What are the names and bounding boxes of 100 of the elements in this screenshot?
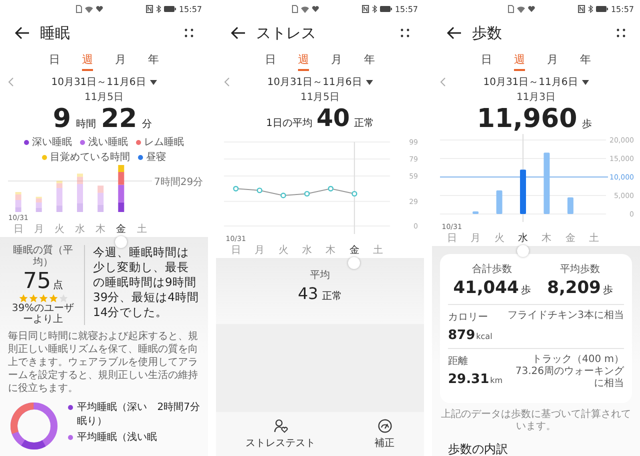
day-label[interactable]: 月 (254, 244, 265, 257)
chart-bar (544, 152, 550, 214)
day-label[interactable]: 土 (136, 223, 147, 236)
day-label[interactable]: 水 (302, 244, 312, 257)
day-label[interactable]: 金 (349, 244, 360, 257)
date-range-dropdown[interactable]: 10月31日～11月6日 (51, 75, 157, 89)
page-title: 睡眠 (40, 24, 71, 42)
day-label[interactable]: 木 (96, 223, 106, 236)
chart-point (233, 186, 239, 192)
star-icon (18, 294, 28, 303)
score-unit: 点 (53, 278, 63, 292)
reference-label: 7時間29分 (154, 177, 204, 188)
metric-label: カロリー (448, 311, 489, 324)
back-icon[interactable] (14, 26, 30, 40)
legend-label: 浅い睡眠 (88, 136, 128, 149)
period-tab[interactable]: 月 (547, 50, 558, 71)
day-label[interactable]: 月 (470, 232, 481, 245)
gauge-icon (378, 418, 392, 432)
heart-icon (312, 6, 319, 12)
metric-equivalent: フライドチキン3本に相当 (508, 310, 624, 322)
chart-bar (520, 170, 526, 214)
average-value: 43 (298, 284, 318, 303)
back-icon[interactable] (446, 26, 462, 40)
day-label[interactable]: 金 (116, 223, 126, 236)
day-label[interactable]: 日 (446, 232, 457, 245)
day-label[interactable]: 土 (373, 244, 384, 257)
metric-value: 879 (448, 328, 476, 343)
day-label[interactable]: 火 (54, 223, 64, 236)
status-time: 15:57 (178, 4, 202, 14)
breakdown-label: 平均睡眠（浅い眠 (77, 430, 158, 444)
page-title: 歩数 (472, 24, 503, 42)
day-label[interactable]: 日 (230, 244, 241, 257)
star-icon (28, 294, 38, 303)
more-icon[interactable] (616, 28, 626, 38)
caret-icon (582, 80, 589, 84)
day-label[interactable]: 土 (589, 232, 600, 245)
day-label[interactable]: 火 (278, 244, 288, 257)
metric-unit: kcal (476, 332, 492, 341)
chart-point (304, 190, 310, 197)
day-label[interactable]: 金 (565, 232, 576, 245)
chart-bar (496, 190, 502, 214)
metric-label: 距離 (448, 355, 469, 368)
section-title: 歩数の内訳 (447, 441, 509, 456)
period-tab[interactable]: 月 (331, 50, 342, 71)
back-icon[interactable] (230, 26, 246, 40)
chart-point (280, 192, 286, 198)
star-icon (38, 294, 48, 303)
selected-date: 11月3日 (516, 92, 556, 103)
day-label[interactable]: 木 (326, 244, 336, 257)
status-time: 15:57 (394, 4, 418, 14)
selected-date: 11月5日 (300, 92, 340, 103)
bluetooth-icon (372, 5, 377, 13)
donut-chart-drawing (10, 402, 58, 450)
day-label[interactable]: 水 (75, 223, 86, 236)
period-tab[interactable]: 週 (298, 50, 309, 71)
period-tab[interactable]: 日 (481, 50, 492, 71)
breakdown-label: 平均睡眠（深い眠り） (77, 400, 148, 428)
weekly-summary: 今週、睡眠時間は少し変動し、最長の睡眠時間は9時間39分、最短は4時間14分でした。 (93, 245, 200, 320)
quality-label: 睡眠の質（平均） (12, 245, 74, 269)
period-tab[interactable]: 年 (580, 50, 591, 71)
hours-unit: 時間 (76, 118, 96, 131)
calibrate-button[interactable]: 補正 (374, 418, 394, 450)
date-range-dropdown[interactable]: 10月31日～11月6日 (267, 75, 373, 89)
chart-point (256, 188, 262, 194)
sim-icon (508, 5, 514, 13)
stat-value: 41,044 (453, 278, 519, 298)
more-icon[interactable] (184, 28, 194, 38)
nfc-icon (146, 5, 153, 13)
battery-icon (596, 6, 608, 12)
legend-label: レム睡眠 (144, 136, 184, 149)
period-tab[interactable]: 週 (82, 50, 93, 71)
wifi-icon (301, 6, 309, 12)
stat-unit: 歩 (602, 285, 613, 296)
caret-icon (366, 80, 373, 84)
day-label[interactable]: 火 (494, 232, 504, 245)
day-label[interactable]: 月 (34, 223, 44, 236)
period-tab[interactable]: 日 (265, 50, 276, 71)
stress-test-button[interactable]: ストレステスト (246, 418, 316, 450)
breakdown-value: 2時間7分 (157, 400, 200, 414)
period-tab[interactable]: 年 (364, 50, 375, 71)
period-tab[interactable]: 日 (49, 50, 60, 71)
metric-value: 29.31 (448, 372, 490, 387)
day-label[interactable]: 木 (542, 232, 552, 245)
period-tab[interactable]: 月 (115, 50, 126, 71)
more-icon[interactable] (400, 28, 410, 38)
day-label[interactable]: 水 (518, 232, 528, 245)
user-ranking: 39%のユーザーより上 (10, 303, 76, 325)
star-icon (58, 294, 68, 303)
legend-label: 昼寝 (146, 150, 166, 164)
minutes-unit: 分 (142, 118, 152, 131)
period-tab[interactable]: 年 (148, 50, 159, 71)
caret-icon (150, 80, 157, 84)
status-label: 正常 (354, 116, 374, 130)
step-unit: 歩 (582, 118, 592, 131)
period-tab[interactable]: 週 (514, 50, 525, 71)
star-icon (48, 294, 58, 303)
heart-icon (96, 6, 103, 12)
date-range-dropdown[interactable]: 10月31日～11月6日 (483, 75, 589, 89)
data-note: 上記のデータは歩数に基づいて計算されています。 (440, 409, 632, 433)
day-label[interactable]: 日 (13, 223, 24, 236)
